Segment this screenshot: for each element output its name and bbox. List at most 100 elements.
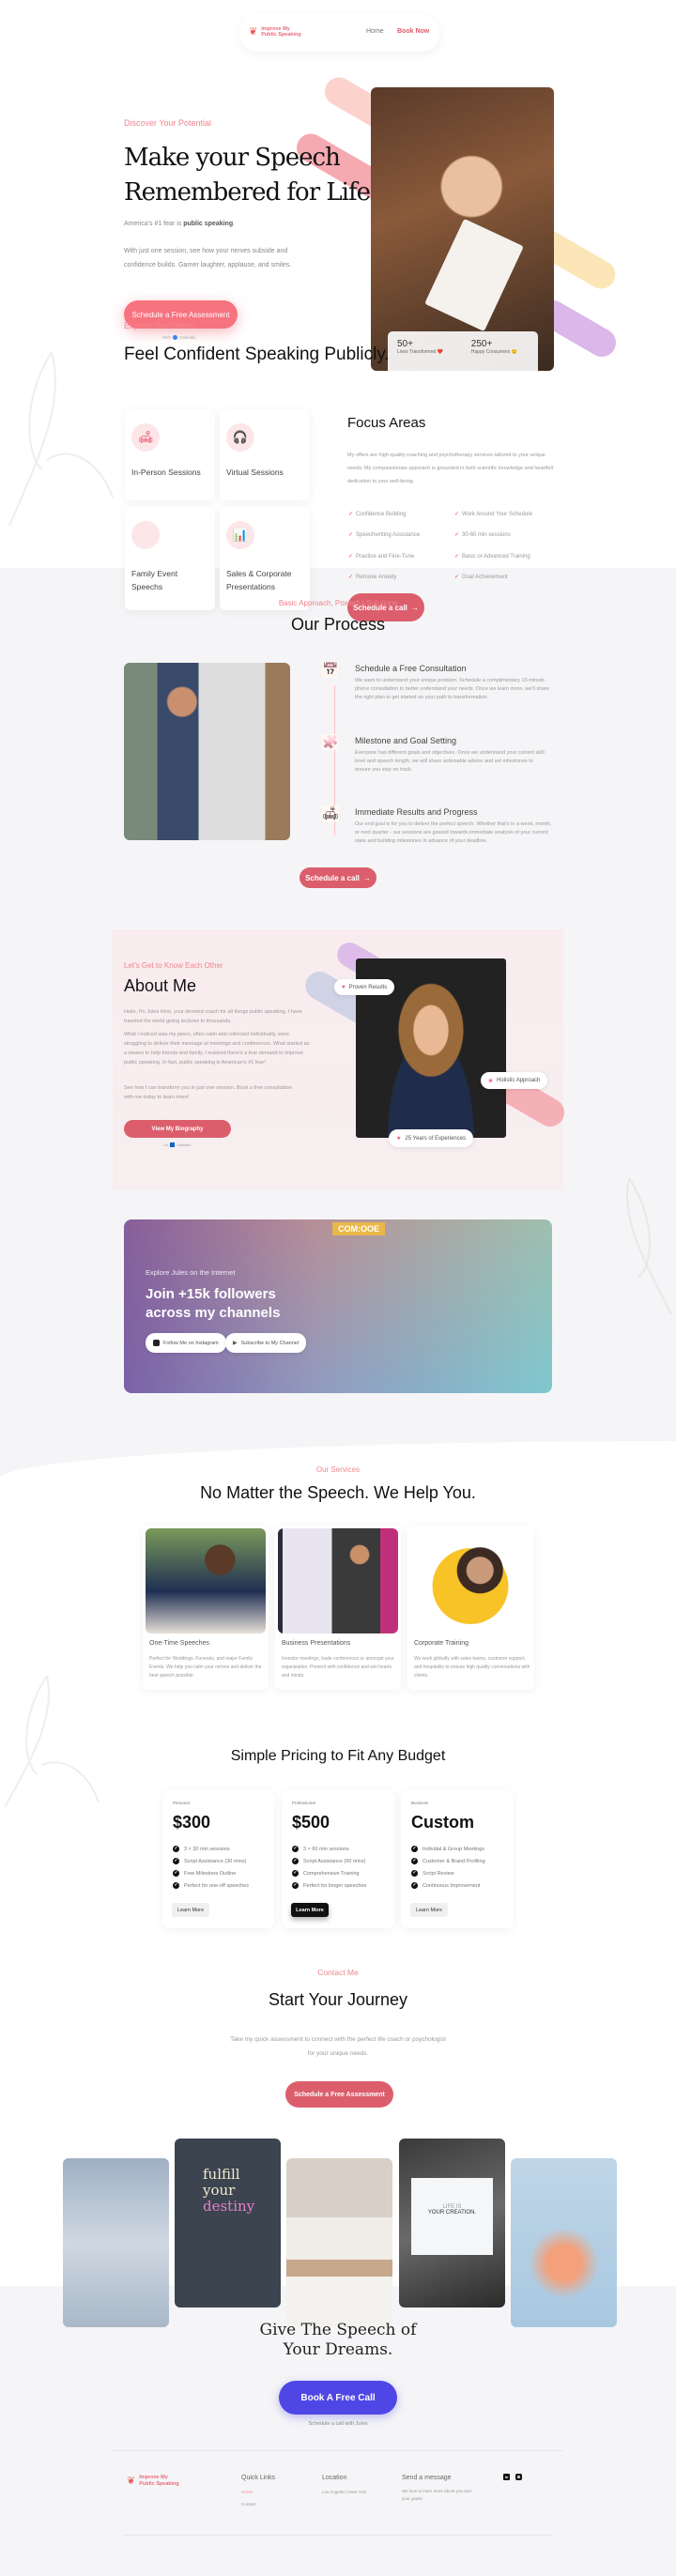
lotus-icon: ❀ — [488, 1078, 494, 1084]
process-schedule-call-button[interactable]: Schedule a call → — [300, 867, 376, 888]
stat-value: 250+ — [470, 339, 493, 349]
social-title-line2: across my channels — [146, 1305, 281, 1321]
youtube-button[interactable]: ▶ Subscribe to My Channel — [225, 1333, 307, 1353]
feature-item: ✓ Script Review — [411, 1870, 454, 1877]
service-card-business[interactable]: Business Presentations Investor meetings… — [275, 1526, 401, 1690]
linkedin-note: On LinkedIn — [163, 1142, 191, 1147]
armchair-icon: 🛋 — [131, 423, 160, 452]
navbar: ❦ Improve My Public Speaking Home Book N… — [239, 14, 439, 52]
focus-checklist-left: ✓ Confidence Building ✓ Speechwriting Assi… — [348, 504, 420, 589]
learn-more-button[interactable]: Learn More — [172, 1903, 209, 1917]
plan-price: $500 — [292, 1813, 330, 1832]
feature-item: ✓ 3 × 30 min sessions — [173, 1846, 230, 1852]
hero-eyebrow: Discover Your Potential — [124, 118, 212, 128]
offer-label: Virtual Sessions — [226, 468, 284, 477]
check-item: ✓ Goal Achievement — [454, 575, 508, 581]
with-text: With — [162, 335, 171, 340]
footer-heading: Quick Links — [241, 2475, 276, 2481]
footer-linkedin-icon[interactable]: in — [503, 2474, 510, 2480]
learn-more-button[interactable]: Learn More — [410, 1903, 448, 1917]
footer-message-text: We love to learn more about you and your… — [402, 2489, 471, 2501]
service-title: One-Time Speeches — [149, 1640, 209, 1647]
offer-card-corporate[interactable]: 📊 Sales & Corporate Presentations — [220, 507, 310, 610]
footer-instagram-icon[interactable] — [515, 2474, 522, 2480]
check-circle-icon: ✓ — [292, 1882, 299, 1889]
sofa-icon: 🛋 — [322, 805, 339, 821]
step-body: Our end goal is for you to deliver the p… — [355, 821, 552, 844]
check-circle-icon: ✓ — [292, 1846, 299, 1852]
check-item: ✓ Work Around Your Schedule — [454, 512, 532, 517]
service-body: Investor meetings, trade conferences or … — [282, 1656, 394, 1679]
calendly-icon — [173, 335, 177, 340]
smile-icon: 😊 — [511, 349, 517, 355]
learn-more-button[interactable]: Learn More — [291, 1903, 329, 1917]
feature-item: ✓ 3 × 60 min sessions — [292, 1846, 349, 1852]
footer-heading: Location — [322, 2475, 347, 2481]
headset-icon: 🎧 — [226, 423, 254, 452]
chalk-text: fulfill your destiny — [203, 2167, 254, 2215]
calendly-text: Calendly — [179, 335, 196, 340]
stat-label: Lives Transformed — [397, 349, 437, 355]
view-biography-button[interactable]: View My Biography — [124, 1120, 231, 1138]
lead-suffix: . — [233, 221, 236, 227]
youtube-icon: ▶ — [233, 1341, 238, 1346]
nav-home[interactable]: Home — [366, 28, 384, 35]
social-title-line1: Join +15k followers — [146, 1286, 276, 1302]
step-body: We want to understand your unique proble… — [355, 678, 550, 700]
feature-item: ✓ Perfect for longer speeches — [292, 1882, 367, 1889]
offer-card-family[interactable]: Family Event Speechs — [125, 507, 215, 610]
chalk-line: your — [203, 2182, 236, 2199]
check-icon: ✓ — [454, 512, 460, 517]
badge-holistic-approach: ❀ Holistic Approach — [481, 1072, 548, 1089]
leaf-logo-icon: ❦ — [127, 2476, 136, 2487]
nav-book-now[interactable]: Book Now — [397, 28, 429, 35]
feature-item: ✓ Customer & Brand Profiling — [411, 1858, 485, 1864]
check-item: ✓ Basic or Advanced Training — [454, 553, 530, 560]
check-circle-icon: ✓ — [411, 1882, 418, 1889]
step-title: Immediate Results and Progress — [355, 807, 478, 817]
services-eyebrow: Our Services — [315, 1465, 361, 1474]
check-item: ✓ Speechwriting Assistance — [348, 532, 421, 539]
leaf-decoration-icon — [4, 1675, 100, 1808]
check-item: ✓ Practice and Fine-Tune — [348, 553, 415, 560]
service-card-one-time[interactable]: One-Time Speeches Perfect for Weddings, … — [143, 1526, 269, 1690]
heart-icon: ❤️ — [437, 349, 443, 355]
check-icon: ✓ — [348, 553, 354, 560]
hero-body: With just one session, see how your nerv… — [124, 248, 292, 268]
service-card-corporate[interactable]: Corporate Training We work globally with… — [407, 1526, 534, 1690]
quote-card: LIFE IS YOUR CREATION. — [411, 2178, 493, 2255]
logo[interactable]: ❦ Improve My Public Speaking — [249, 25, 301, 38]
instagram-button[interactable]: Follow Me on Instagram — [146, 1333, 226, 1353]
plan-card-professional: Professional $500 ✓ 3 × 60 min sessions ✓… — [282, 1790, 394, 1928]
step-title: Milestone and Goal Setting — [355, 736, 457, 745]
contact-eyebrow: Contact Me — [317, 1968, 359, 1977]
plan-price: Custom — [411, 1813, 474, 1832]
offers-title: Feel Confident Speaking Publicly. — [124, 345, 390, 364]
gallery-photo-life-is-your-creation: LIFE IS YOUR CREATION. — [399, 2139, 505, 2308]
offer-card-virtual[interactable]: 🎧 Virtual Sessions — [220, 409, 310, 500]
service-title: Business Presentations — [282, 1640, 351, 1647]
about-p2: What I noticed was my peers, often calm … — [124, 1032, 310, 1066]
final-title-line1: Give The Speech of — [259, 2321, 417, 2339]
footer-link-contact[interactable]: Contact — [241, 2502, 275, 2507]
arrow-right-icon: → — [362, 873, 371, 882]
check-icon: ✓ — [454, 575, 460, 581]
about-title: About Me — [124, 976, 197, 995]
plan-tier: Business — [411, 1801, 429, 1805]
footer-link-home[interactable]: Home — [241, 2490, 275, 2494]
book-free-call-button[interactable]: Book A Free Call — [279, 2381, 397, 2415]
plan-card-personal: Personal $300 ✓ 3 × 30 min sessions ✓ Scri… — [162, 1790, 274, 1928]
footer-logo[interactable]: ❦ Improve My Public Speaking — [127, 2475, 179, 2487]
check-item: ✓ Confidence Building — [348, 512, 407, 517]
contact-assessment-button[interactable]: Schedule a Free Assessment — [285, 2081, 393, 2108]
offer-label: In-Person Sessions — [131, 468, 201, 477]
feature-item: ✓ Script Assistance (30 mins) — [173, 1858, 247, 1864]
calendar-clock-icon: 📅 — [322, 662, 339, 678]
offer-card-in-person[interactable]: 🛋 In-Person Sessions — [125, 409, 215, 500]
feature-item: ✓ Comprehensive Training — [292, 1870, 360, 1877]
stat-consumers: 250+ Happy Consumers 😊 — [471, 339, 517, 363]
bar-chart-icon: 📊 — [226, 521, 254, 549]
check-icon: ✓ — [454, 532, 460, 539]
stat-label: Happy Consumers — [470, 349, 511, 355]
footer-divider-bottom — [124, 2535, 552, 2536]
